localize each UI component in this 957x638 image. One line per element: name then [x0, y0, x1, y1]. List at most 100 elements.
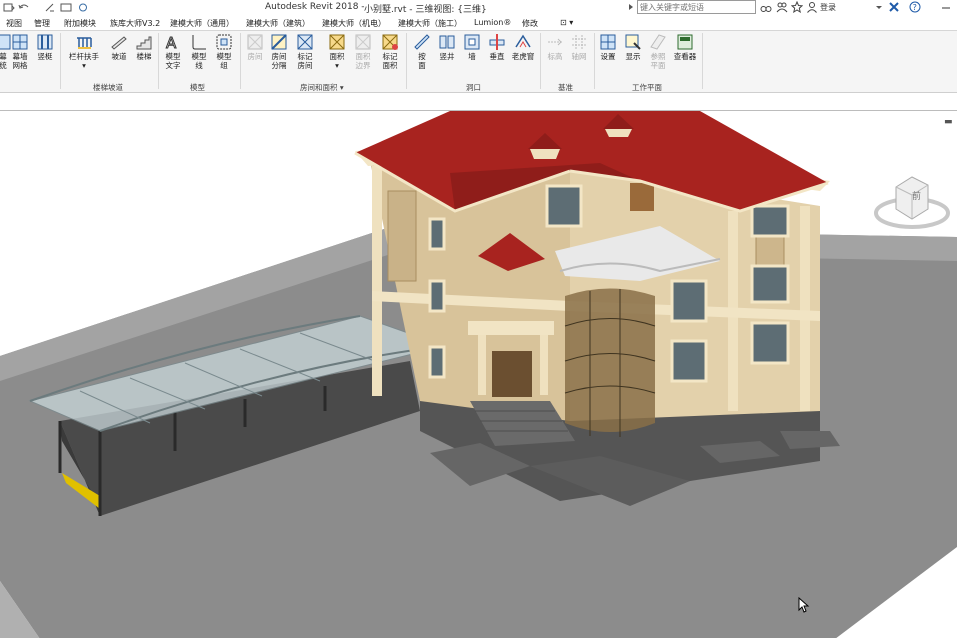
undo-icon[interactable]: [18, 2, 30, 13]
stair-button[interactable]: 楼梯: [133, 33, 155, 61]
tab-family-library[interactable]: 族库大师V3.2: [110, 18, 160, 29]
mouse-cursor-icon: [798, 597, 810, 613]
ribbon-tabs: 视图 管理 附加模块 族库大师V3.2 建模大师（通用） 建模大师（建筑） 建模…: [0, 16, 957, 31]
expand-arrow-icon[interactable]: [625, 1, 637, 13]
tab-view[interactable]: 视图: [6, 18, 22, 29]
tab-manage[interactable]: 管理: [34, 18, 50, 29]
tag-area-button[interactable]: 标记 面积: [379, 33, 401, 70]
tab-lumion[interactable]: Lumion®: [474, 18, 511, 27]
opening-by-face-icon: [413, 33, 431, 51]
tag-area-icon: [381, 33, 399, 51]
set-workplane-icon: [599, 33, 617, 51]
upper-door: [630, 183, 654, 211]
ribbon-gap: [0, 94, 957, 110]
group-separator: [406, 33, 407, 89]
viewcube-front-label[interactable]: 前: [912, 189, 921, 202]
tab-modeling-architecture[interactable]: 建模大师（建筑）: [246, 18, 310, 29]
user-group-icon[interactable]: [776, 1, 788, 13]
tab-modeling-construction[interactable]: 建模大师（施工）: [398, 18, 462, 29]
ramp-icon: [110, 33, 128, 51]
level-icon: [546, 33, 564, 51]
decorative-panel: [387, 190, 417, 282]
search-input[interactable]: [637, 0, 756, 14]
mullion-button[interactable]: 竖梃: [34, 33, 56, 61]
mullion-icon: [36, 33, 54, 51]
model-group-button[interactable]: 模型组: [213, 33, 235, 70]
login-link[interactable]: 登录: [820, 2, 836, 13]
tab-modify[interactable]: 修改: [522, 18, 538, 29]
tag-room-icon: [296, 33, 314, 51]
star-icon[interactable]: [790, 0, 804, 14]
exchange-apps-icon[interactable]: [888, 1, 900, 13]
level-button[interactable]: 标高: [544, 33, 566, 61]
foundation-pier: [780, 431, 840, 449]
app-title: Autodesk Revit 2018 -: [265, 2, 365, 12]
wall-opening-icon: [463, 33, 481, 51]
tab-addins[interactable]: 附加模块: [64, 18, 96, 29]
group-separator: [594, 33, 595, 89]
room-separator-button[interactable]: 房间 分隔: [268, 33, 290, 70]
room-button[interactable]: 房间: [244, 33, 266, 61]
viewer-button[interactable]: 查看器: [671, 33, 699, 61]
set-workplane-button[interactable]: 设置: [597, 33, 619, 61]
model-line-button[interactable]: 模型线: [188, 33, 210, 70]
reference-plane-button[interactable]: 参照 平面: [647, 33, 669, 70]
dormer-button[interactable]: 老虎窗: [510, 33, 536, 61]
dropdown-arrow-icon[interactable]: [873, 1, 885, 13]
group-separator: [240, 33, 241, 89]
3d-model-scene: [0, 111, 957, 638]
dimension-icon[interactable]: [60, 2, 72, 13]
3d-viewport[interactable]: 前 ▬: [0, 110, 957, 638]
minimize-icon[interactable]: [940, 1, 952, 13]
opening-group-label: 洞口: [466, 83, 481, 92]
railing-button[interactable]: 栏杆扶手 ▾: [66, 33, 102, 70]
area-boundary-button[interactable]: 面积 边界: [352, 33, 374, 70]
group-separator: [60, 33, 61, 89]
curtain-grid-button[interactable]: 幕墙 网格: [9, 33, 31, 70]
railing-icon: [75, 33, 93, 51]
tab-modeling-general[interactable]: 建模大师（通用）: [170, 18, 234, 29]
help-icon[interactable]: ?: [909, 1, 921, 13]
tag-room-button[interactable]: 标记 房间: [294, 33, 316, 70]
dormer-icon: [514, 33, 532, 51]
model-text-button[interactable]: A 模型 文字: [162, 33, 184, 71]
grid-button[interactable]: 轴网: [568, 33, 590, 61]
area-boundary-icon: [354, 33, 372, 51]
pilaster: [800, 206, 810, 411]
porch-column: [540, 335, 548, 395]
tab-overflow[interactable]: ⊡ ▾: [560, 18, 573, 27]
model-group-icon: [215, 33, 233, 51]
tab-modeling-mep[interactable]: 建模大师（机电）: [322, 18, 386, 29]
porch-column: [478, 335, 486, 395]
model-text-icon: A: [164, 33, 182, 53]
glass-bay: [565, 288, 655, 432]
grid-icon: [570, 33, 588, 51]
reference-plane-icon: [649, 33, 667, 51]
group-separator: [702, 33, 703, 89]
workplane-group-label: 工作平面: [632, 83, 662, 92]
viewport-minimize-icon[interactable]: ▬: [944, 117, 953, 127]
title-bar: Autodesk Revit 2018 - 小别墅.rvt - 三维视图: {三…: [0, 0, 957, 16]
vertical-opening-button[interactable]: 垂直: [486, 33, 508, 61]
area-button[interactable]: 面积 ▾: [326, 33, 348, 70]
opening-by-face-button[interactable]: 按面: [411, 33, 433, 70]
wall-opening-button[interactable]: 墙: [461, 33, 483, 61]
binoculars-icon[interactable]: [760, 1, 772, 13]
stair-icon: [135, 33, 153, 51]
ribbon-panel: 幕统 幕墙 网格 竖梃 栏杆扶手 ▾ 坡道 楼梯 楼梯坡道 A 模型 文字 模型线 模…: [0, 31, 957, 93]
model-group-label: 模型: [190, 83, 205, 92]
open-icon[interactable]: [3, 2, 15, 13]
stairs-group-label: 楼梯坡道: [93, 83, 123, 92]
show-workplane-button[interactable]: 显示: [622, 33, 644, 61]
shaft-button[interactable]: 竖井: [436, 33, 458, 61]
shaft-icon: [438, 33, 456, 51]
user-icon[interactable]: [806, 1, 818, 13]
measure-icon[interactable]: [44, 2, 56, 13]
room-area-group-label[interactable]: 房间和面积 ▾: [300, 82, 344, 93]
datum-group-label: 基准: [558, 83, 573, 92]
room-separator-icon: [270, 33, 288, 51]
show-workplane-icon: [624, 33, 642, 51]
ramp-button[interactable]: 坡道: [108, 33, 130, 61]
sync-icon[interactable]: [77, 2, 89, 13]
document-title: 小别墅.rvt - 三维视图: {三维}: [364, 5, 487, 15]
